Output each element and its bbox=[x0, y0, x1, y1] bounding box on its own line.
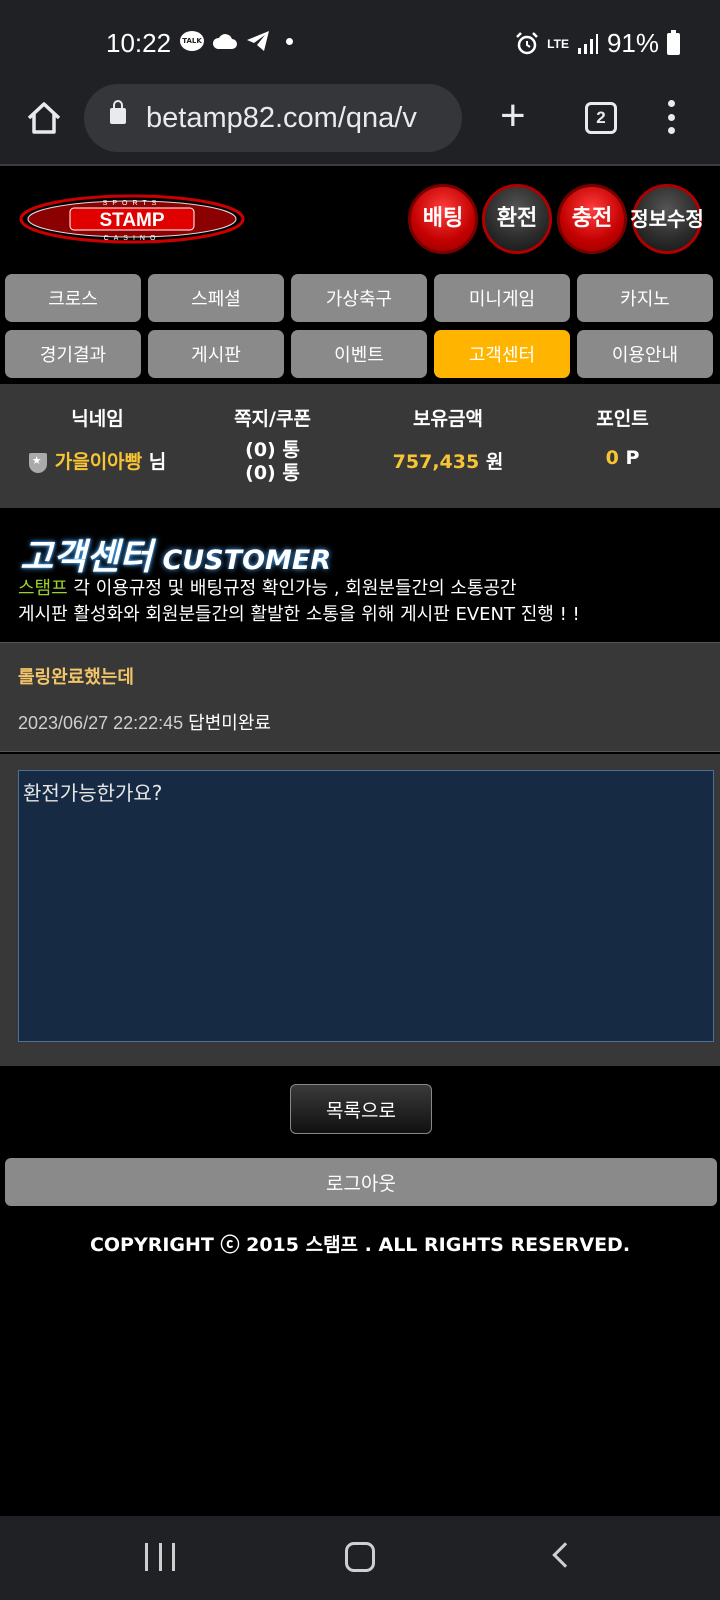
menu-events[interactable]: 이벤트 bbox=[291, 330, 427, 378]
battery-percent: 91% bbox=[606, 28, 659, 58]
cloud-icon bbox=[212, 34, 237, 49]
address-bar[interactable]: betamp82.com/qna/v bbox=[84, 84, 462, 152]
svg-text:STAMP: STAMP bbox=[99, 210, 164, 231]
page-title-english: CUSTOMER bbox=[162, 545, 332, 576]
svg-text:SPORTS: SPORTS bbox=[103, 200, 162, 207]
post-status: 답변미완료 bbox=[188, 713, 271, 734]
menu-board[interactable]: 게시판 bbox=[148, 330, 284, 378]
balance-label: 보유금액 bbox=[413, 408, 483, 430]
nickname-value: 가을이아빵 bbox=[54, 451, 143, 473]
signal-icon bbox=[577, 33, 598, 54]
browser-menu-icon[interactable] bbox=[666, 100, 676, 134]
points-label: 포인트 bbox=[596, 408, 649, 430]
balance-column: 보유금액 757,435 원 bbox=[368, 404, 528, 474]
page-title: 고객센터 CUSTOMER bbox=[20, 528, 331, 580]
edit-info-button[interactable]: 정보수정 bbox=[630, 184, 704, 254]
messages-column[interactable]: 쪽지/쿠폰 (0) 통 (0) 통 bbox=[200, 404, 345, 485]
user-info-panel: 닉네임 가을이아빵 님 쪽지/쿠폰 (0) 통 (0) 통 보유금액 757,4… bbox=[0, 384, 720, 508]
recents-icon[interactable] bbox=[145, 1543, 175, 1573]
page-title-korean: 고객센터 bbox=[20, 537, 153, 578]
alarm-icon bbox=[516, 31, 539, 54]
points-column: 포인트 0 P bbox=[560, 404, 685, 469]
balance-value: 757,435 bbox=[392, 451, 480, 473]
points-value: 0 bbox=[605, 447, 619, 469]
network-type: LTE bbox=[547, 36, 569, 51]
status-bar: 10:22 TALK LTE 91% bbox=[0, 0, 720, 84]
home-nav-icon[interactable] bbox=[345, 1542, 375, 1572]
description-line-2: 게시판 활성화와 회원분들간의 활발한 소통을 위해 게시판 EVENT 진행 … bbox=[18, 604, 580, 625]
back-to-list-button[interactable]: 목록으로 bbox=[290, 1084, 432, 1134]
betting-button[interactable]: 배팅 bbox=[408, 184, 478, 254]
message-count[interactable]: (0) 통 bbox=[200, 439, 345, 462]
menu-virtual-soccer[interactable]: 가상축구 bbox=[291, 274, 427, 322]
url-text[interactable]: betamp82.com/qna/v bbox=[146, 102, 454, 135]
back-icon[interactable] bbox=[552, 1542, 578, 1568]
brand-name: 스탬프 bbox=[18, 578, 68, 599]
copyright-text: COPYRIGHT ⓒ 2015 스탬프 . ALL RIGHTS RESERV… bbox=[89, 1234, 631, 1256]
lock-icon bbox=[110, 100, 126, 124]
post-body-container: 환전가능한가요? bbox=[0, 754, 720, 1066]
coupon-count[interactable]: (0) 통 bbox=[200, 462, 345, 485]
menu-customer-center[interactable]: 고객센터 bbox=[434, 330, 570, 378]
notification-icons: TALK bbox=[180, 30, 293, 52]
menu-guide[interactable]: 이용안내 bbox=[577, 330, 713, 378]
stamp-logo[interactable]: STAMP SPORTS CASINO bbox=[18, 194, 246, 244]
withdraw-button[interactable]: 환전 bbox=[482, 184, 552, 254]
points-unit: P bbox=[625, 447, 640, 469]
description-line-1: 각 이용규정 및 배팅규정 확인가능 , 회원분들간의 소통공간 bbox=[67, 578, 517, 599]
logout-button[interactable]: 로그아웃 bbox=[5, 1158, 717, 1206]
deposit-button[interactable]: 충전 bbox=[557, 184, 627, 254]
kakaotalk-icon: TALK bbox=[180, 31, 204, 51]
tab-switcher-button[interactable]: 2 bbox=[585, 102, 617, 134]
nickname-suffix: 님 bbox=[148, 451, 167, 473]
system-icons: LTE 91% bbox=[515, 28, 680, 59]
post-content: 환전가능한가요? bbox=[18, 770, 714, 1042]
battery-icon bbox=[667, 29, 680, 55]
main-menu: 크로스 스페셜 가상축구 미니게임 카지노 경기결과 게시판 이벤트 고객센터 … bbox=[5, 274, 717, 378]
menu-results[interactable]: 경기결과 bbox=[5, 330, 141, 378]
status-time: 10:22 bbox=[106, 28, 172, 58]
messages-label: 쪽지/쿠폰 bbox=[234, 408, 311, 430]
more-notifications-dot bbox=[286, 37, 293, 45]
navigation-bar bbox=[0, 1516, 720, 1600]
post-title: 롤링완료했는데 bbox=[18, 667, 134, 688]
post-datetime: 2023/06/27 22:22:45 bbox=[18, 713, 184, 733]
nickname-label: 닉네임 bbox=[71, 408, 124, 430]
svg-text:CASINO: CASINO bbox=[104, 235, 161, 242]
post-header: 롤링완료했는데 2023/06/27 22:22:45 답변미완료 bbox=[0, 642, 720, 752]
menu-cross[interactable]: 크로스 bbox=[5, 274, 141, 322]
menu-casino[interactable]: 카지노 bbox=[577, 274, 713, 322]
new-tab-button[interactable]: + bbox=[500, 94, 526, 138]
page-description: 스탬프 각 이용규정 및 배팅규정 확인가능 , 회원분들간의 소통공간 게시판… bbox=[18, 576, 580, 628]
balance-unit: 원 bbox=[485, 451, 504, 473]
menu-minigame[interactable]: 미니게임 bbox=[434, 274, 570, 322]
nickname-column: 닉네임 가을이아빵 님 bbox=[20, 404, 175, 474]
site-header: STAMP SPORTS CASINO 배팅 환전 충전 정보수정 bbox=[0, 168, 720, 272]
level-badge-icon bbox=[28, 452, 47, 473]
home-icon[interactable] bbox=[24, 98, 64, 138]
menu-special[interactable]: 스페셜 bbox=[148, 274, 284, 322]
telegram-icon bbox=[247, 31, 269, 51]
browser-toolbar: betamp82.com/qna/v + 2 bbox=[0, 84, 720, 166]
